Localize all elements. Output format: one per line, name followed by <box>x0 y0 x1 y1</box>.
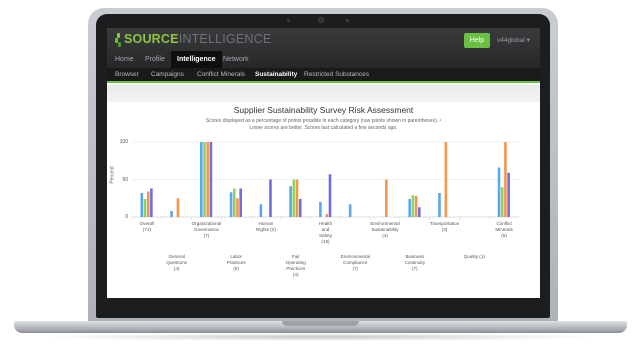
main-nav: Home Profile Intelligence Network <box>107 51 540 68</box>
category-label: Human Rights (2) <box>255 221 276 232</box>
chart-bar[interactable] <box>497 167 501 218</box>
chart-bar[interactable] <box>385 179 388 218</box>
category-label: Transportation (3) <box>429 221 460 232</box>
y-tick-label: 0 <box>125 214 128 220</box>
chart-bar[interactable] <box>411 195 415 217</box>
chart-bar[interactable] <box>143 199 147 217</box>
subnav-sustainability[interactable]: Sustainability <box>255 68 297 81</box>
chart-bar[interactable] <box>259 204 263 217</box>
chart-bar[interactable] <box>176 198 180 217</box>
chart-bar[interactable] <box>170 211 173 217</box>
chart-bar[interactable] <box>325 214 329 217</box>
subnav-restricted-substances[interactable]: Restricted Substances <box>304 68 369 81</box>
nav-intelligence[interactable]: Intelligence <box>171 51 222 68</box>
laptop-shadow <box>40 333 601 341</box>
category-label: Organizational Governance (7) <box>191 221 222 238</box>
nav-network[interactable]: Network <box>223 51 249 68</box>
category-label: Quality (1) <box>463 254 485 259</box>
chart-bar[interactable] <box>295 179 299 218</box>
chart-bar[interactable] <box>200 142 203 217</box>
chart-bar[interactable] <box>232 188 236 218</box>
chart-bar[interactable] <box>209 142 213 217</box>
chart-bar[interactable] <box>298 199 302 217</box>
sensor-dot <box>346 19 349 22</box>
chart-bar[interactable] <box>289 186 292 217</box>
chart-bar[interactable] <box>292 179 296 218</box>
report-panel: Supplier Sustainability Survey Risk Asse… <box>107 102 540 298</box>
chart-bar[interactable] <box>348 204 352 217</box>
chart-bar[interactable] <box>507 172 510 217</box>
chart-bar[interactable] <box>414 196 418 217</box>
nav-home[interactable]: Home <box>115 51 134 68</box>
chart-bar[interactable] <box>500 187 504 217</box>
user-menu[interactable]: v44global ▾ <box>497 36 530 44</box>
chart-bar[interactable] <box>438 193 441 217</box>
chart-bar[interactable] <box>239 188 242 218</box>
category-label: Conflict Minerals (5) <box>495 221 513 238</box>
laptop-base-notch <box>282 321 359 326</box>
chart-bar[interactable] <box>150 188 153 218</box>
app-logo[interactable]: SOURCEINTELLIGENCE <box>124 32 271 46</box>
chart-bar[interactable] <box>236 198 239 217</box>
chart-bar[interactable] <box>146 191 150 218</box>
category-label: General Questions (4) <box>166 254 187 271</box>
category-label: Fair Operating Practices (4) <box>285 254 306 277</box>
category-label: Environmental Sustainability (4) <box>370 221 400 238</box>
category-label: Environmental Compliance (7) <box>340 254 370 271</box>
chart-bar[interactable] <box>328 174 332 217</box>
chart-bar[interactable] <box>418 207 421 217</box>
chart-bar[interactable] <box>408 199 412 217</box>
header-band <box>107 85 540 102</box>
y-tick-label: 100 <box>119 139 128 145</box>
subnav-campaigns[interactable]: Campaigns <box>151 68 184 81</box>
subnav-browser[interactable]: Browser <box>115 68 139 81</box>
chart-bar[interactable] <box>319 202 322 217</box>
laptop-mockup: SOURCEINTELLIGENCE Help v44global ▾ Home… <box>0 0 641 354</box>
subnav-conflict-minerals[interactable]: Conflict Minerals <box>197 68 245 81</box>
logo-icon <box>115 33 121 47</box>
category-label: Overall (71) <box>139 221 155 232</box>
category-label: Labor Practices (8) <box>226 254 246 271</box>
help-button[interactable]: Help <box>464 33 490 48</box>
category-label: Health and Safety (19) <box>318 221 333 244</box>
chart-bar[interactable] <box>206 142 210 217</box>
webcam-icon <box>318 17 324 23</box>
chart-bar[interactable] <box>203 142 206 217</box>
category-label: Business Continuity (7) <box>404 254 426 271</box>
chart-bar[interactable] <box>444 142 448 217</box>
logo-part-source: SOURCE <box>124 32 179 46</box>
y-tick-label: 50 <box>122 176 128 183</box>
sub-nav: Browser Campaigns Conflict Minerals Sust… <box>107 68 540 83</box>
chart-bar[interactable] <box>504 142 507 217</box>
sensor-dot <box>287 19 290 22</box>
app-screen: SOURCEINTELLIGENCE Help v44global ▾ Home… <box>107 28 540 298</box>
logo-part-intelligence: INTELLIGENCE <box>178 32 272 46</box>
nav-profile[interactable]: Profile <box>145 51 165 68</box>
chart-bar[interactable] <box>229 192 233 217</box>
chart-bar[interactable] <box>140 193 144 217</box>
top-bar: SOURCEINTELLIGENCE Help v44global ▾ Home… <box>107 28 540 68</box>
chart-bar[interactable] <box>269 179 272 218</box>
